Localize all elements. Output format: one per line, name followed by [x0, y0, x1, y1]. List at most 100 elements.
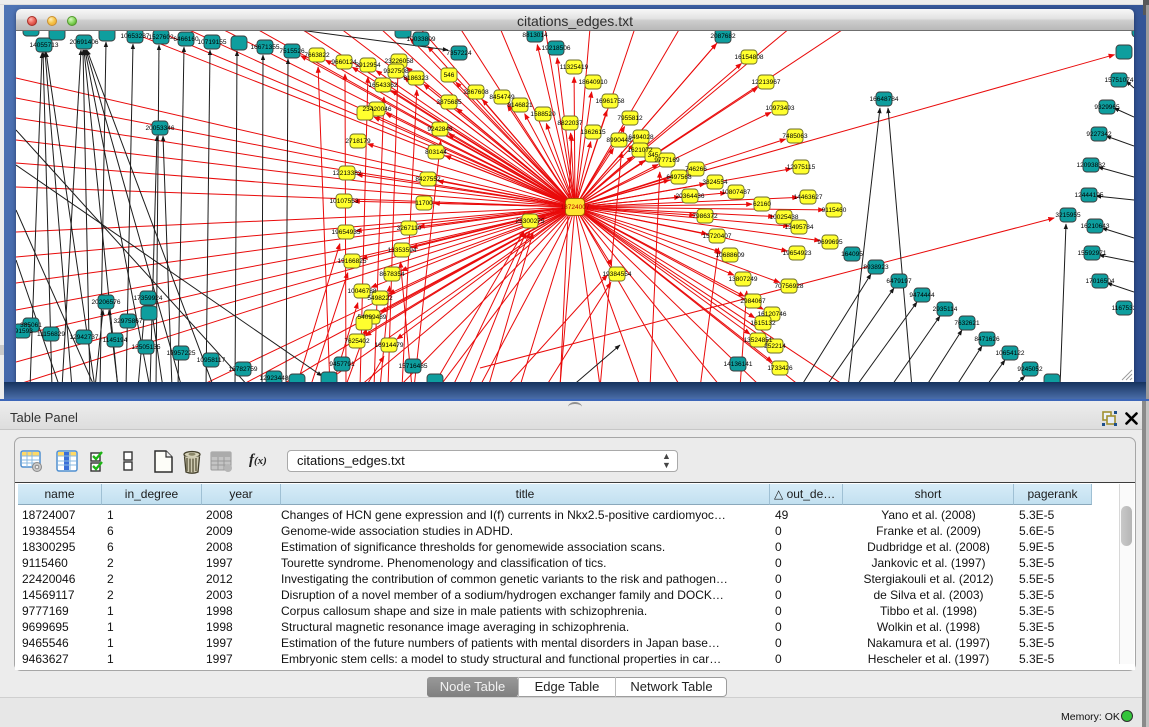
- svg-text:16154808: 16154808: [735, 54, 764, 61]
- svg-text:5498222: 5498222: [367, 295, 393, 302]
- svg-text:7357224: 7357224: [446, 50, 472, 57]
- svg-text:252214: 252214: [764, 343, 786, 350]
- svg-text:9329965: 9329965: [1094, 104, 1120, 111]
- svg-text:16120746: 16120746: [758, 311, 787, 318]
- svg-text:9115460: 9115460: [822, 207, 847, 214]
- svg-text:20691406: 20691406: [70, 39, 99, 46]
- svg-text:20053346: 20053346: [146, 125, 175, 132]
- svg-text:12093832: 12093832: [1077, 162, 1106, 169]
- svg-text:6479197: 6479197: [886, 278, 912, 285]
- svg-text:7663822: 7663822: [304, 52, 330, 59]
- svg-text:12213967: 12213967: [752, 79, 781, 86]
- svg-text:19166825: 19166825: [338, 258, 367, 265]
- svg-text:8938923: 8938923: [863, 264, 889, 271]
- svg-text:3824554: 3824554: [702, 179, 728, 186]
- svg-text:10958117: 10958117: [197, 357, 226, 364]
- svg-text:3215955: 3215955: [1055, 212, 1081, 219]
- svg-text:13353594: 13353594: [388, 247, 417, 254]
- svg-text:12942737: 12942737: [70, 334, 99, 341]
- svg-text:9242848: 9242848: [427, 126, 453, 133]
- svg-text:391593: 391593: [16, 328, 33, 335]
- svg-text:15720407: 15720407: [703, 233, 732, 240]
- svg-text:746266: 746266: [685, 166, 707, 173]
- svg-text:14463627: 14463627: [794, 194, 823, 201]
- svg-text:8186323: 8186323: [403, 75, 429, 82]
- svg-text:12505135: 12505135: [132, 344, 161, 351]
- svg-text:7986372: 7986372: [692, 213, 718, 220]
- svg-text:14055713: 14055713: [30, 42, 59, 49]
- svg-text:9777169: 9777169: [654, 157, 680, 164]
- svg-text:3875685: 3875685: [436, 99, 462, 106]
- svg-text:32975867: 32975867: [114, 318, 143, 325]
- svg-text:17957225: 17957225: [167, 350, 196, 357]
- svg-text:70756928: 70756928: [775, 283, 804, 290]
- svg-text:11325419: 11325419: [560, 64, 589, 71]
- svg-text:12213382: 12213382: [333, 170, 362, 177]
- svg-text:14136141: 14136141: [724, 361, 753, 368]
- svg-text:16648784: 16648784: [870, 96, 899, 103]
- svg-text:54099489: 54099489: [358, 314, 387, 321]
- svg-text:20206576: 20206576: [92, 299, 121, 306]
- svg-text:11700: 11700: [415, 200, 433, 207]
- svg-text:16671355: 16671355: [251, 44, 280, 51]
- svg-text:1362615: 1362615: [580, 129, 606, 136]
- svg-text:9474444: 9474444: [909, 292, 935, 299]
- svg-text:13495784: 13495784: [785, 224, 814, 231]
- svg-text:1527602: 1527602: [148, 34, 174, 41]
- svg-text:19654923: 19654923: [783, 250, 812, 257]
- svg-text:10033809: 10033809: [407, 36, 436, 43]
- svg-text:15751074: 15751074: [1105, 77, 1134, 84]
- svg-text:8427552: 8427552: [415, 176, 441, 183]
- svg-text:9699695: 9699695: [817, 239, 843, 246]
- svg-text:9245052: 9245052: [1017, 366, 1043, 373]
- svg-text:9660124: 9660124: [331, 59, 357, 66]
- svg-text:10107553: 10107553: [330, 198, 359, 205]
- svg-text:17359924: 17359924: [134, 295, 163, 302]
- svg-text:2867608: 2867608: [463, 89, 489, 96]
- svg-text:16543362: 16543362: [369, 82, 398, 89]
- svg-text:10653287: 10653287: [121, 33, 150, 40]
- svg-text:16782759: 16782759: [229, 366, 258, 373]
- svg-text:9457791: 9457791: [329, 361, 355, 368]
- svg-text:15592971: 15592971: [1078, 250, 1107, 257]
- svg-text:803144: 803144: [425, 149, 447, 156]
- svg-text:7485063: 7485063: [782, 133, 808, 140]
- svg-text:10654122: 10654122: [996, 350, 1025, 357]
- svg-text:8813014: 8813014: [522, 32, 548, 39]
- svg-text:7955812: 7955812: [617, 115, 643, 122]
- svg-text:2718179: 2718179: [345, 138, 371, 145]
- svg-text:10719155: 10719155: [198, 39, 227, 46]
- svg-text:8454749: 8454749: [489, 94, 515, 101]
- svg-text:7632621: 7632621: [954, 320, 980, 327]
- svg-text:15716485: 15716485: [399, 363, 428, 370]
- svg-text:25300275: 25300275: [516, 218, 545, 225]
- svg-text:18640910: 18640910: [579, 79, 608, 86]
- svg-text:10973493: 10973493: [766, 105, 795, 112]
- svg-text:10807487: 10807487: [722, 189, 751, 196]
- svg-text:546: 546: [444, 72, 455, 79]
- svg-text:12975115: 12975115: [787, 164, 816, 171]
- svg-text:19384554: 19384554: [603, 271, 632, 278]
- svg-text:7515526: 7515526: [279, 48, 305, 55]
- svg-text:3267110: 3267110: [397, 225, 422, 232]
- svg-text:1733426: 1733426: [767, 365, 793, 372]
- svg-text:2935114: 2935114: [933, 306, 958, 313]
- svg-text:18724007: 18724007: [561, 204, 590, 211]
- svg-text:19218506: 19218506: [542, 45, 571, 52]
- svg-text:7625402: 7625402: [344, 338, 370, 345]
- svg-text:62160: 62160: [753, 201, 771, 208]
- svg-text:6494028: 6494028: [628, 134, 654, 141]
- svg-text:23226058: 23226058: [385, 58, 414, 65]
- svg-text:17016504: 17016504: [1086, 278, 1115, 285]
- svg-text:3912954: 3912954: [355, 62, 381, 69]
- svg-text:19654935: 19654935: [332, 229, 361, 236]
- svg-text:6497568: 6497568: [666, 174, 692, 181]
- svg-text:2984067: 2984067: [740, 298, 766, 305]
- svg-text:10046788: 10046788: [348, 288, 377, 295]
- svg-text:1167533: 1167533: [1112, 305, 1134, 312]
- svg-text:8678354: 8678354: [379, 271, 405, 278]
- svg-text:9327508: 9327508: [383, 68, 409, 75]
- svg-text:8471626: 8471626: [974, 336, 1000, 343]
- svg-text:2087682: 2087682: [710, 33, 736, 40]
- svg-text:16210643: 16210643: [1081, 223, 1110, 230]
